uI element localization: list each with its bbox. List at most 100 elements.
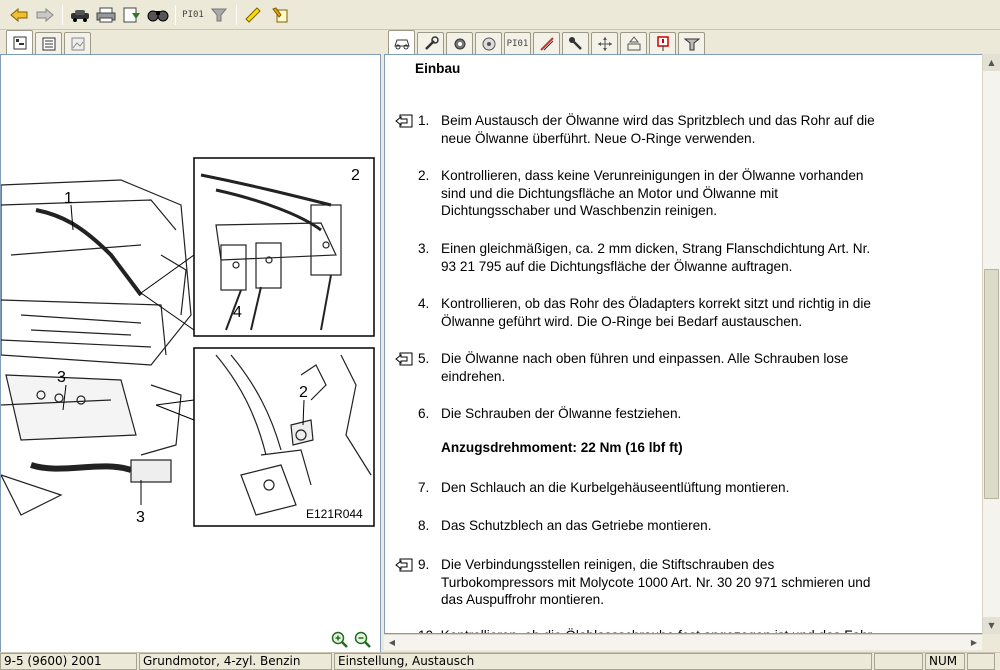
tab-gear[interactable] (446, 32, 473, 54)
step-line: neue Ölwanne überführt. Neue O-Ringe ver… (441, 130, 756, 146)
callout-1: 1 (64, 190, 73, 207)
tab-warning[interactable] (649, 32, 676, 54)
tab-car-diagram[interactable] (388, 30, 415, 54)
step-line: Kontrollieren, dass keine Verunreinigung… (441, 168, 864, 183)
step-number: 3. (418, 241, 430, 256)
zoom-controls (330, 630, 373, 650)
step-line: Den Schlauch an die Kurbelgehäuseentlüft… (441, 480, 790, 495)
car-icon[interactable] (67, 3, 93, 27)
tab-engine[interactable] (475, 32, 502, 54)
step-text: Das Schutzblech an das Getriebe montiere… (441, 517, 966, 535)
partial-step: 10. Kontrollieren, ob die Ölablassschrau… (418, 627, 982, 633)
toolbar-separator (236, 4, 237, 25)
zoom-out-icon[interactable] (353, 630, 373, 650)
status-bar: 9-5 (9600) 2001 Grundmotor, 4-zyl. Benzi… (0, 652, 1000, 670)
step-line: Das Schutzblech an das Getriebe montiere… (441, 518, 712, 533)
torque-spec: Anzugsdrehmoment: 22 Nm (16 lbf ft) (441, 440, 683, 455)
tab-tool[interactable] (533, 32, 560, 54)
step-line: Turbokompressors mit Molycote 1000 Art. … (441, 574, 871, 590)
scroll-left-icon[interactable]: ◀ (384, 635, 400, 650)
left-tab-row (6, 30, 93, 54)
filter-icon[interactable] (206, 3, 232, 27)
step-number: 4. (418, 296, 430, 311)
status-task: Einstellung, Austausch (334, 653, 872, 670)
callout-3a: 3 (57, 369, 66, 386)
step-line: Beim Austausch der Ölwanne wird das Spri… (441, 113, 875, 128)
tab-pi01[interactable]: PI01 (504, 32, 531, 54)
image-link-icon[interactable] (395, 352, 413, 366)
tab-image[interactable] (64, 32, 91, 54)
horizontal-scrollbar[interactable]: ◀ ▶ (384, 634, 982, 650)
callout-3b: 3 (136, 509, 145, 526)
search-icon[interactable] (145, 3, 171, 27)
tab-tree[interactable] (6, 30, 33, 54)
scroll-corner (982, 634, 1000, 650)
tab-wrench[interactable] (417, 32, 444, 54)
step-line: 93 21 795 auf die Dichtungsfläche der Öl… (441, 258, 793, 274)
save-icon[interactable] (119, 3, 145, 27)
step-number: 6. (418, 406, 430, 421)
scroll-up-icon[interactable]: ▲ (983, 54, 1000, 71)
status-model: 9-5 (9600) 2001 (0, 653, 137, 670)
tab-torque[interactable] (562, 32, 589, 54)
step-text: Die Ölwanne nach oben führen und einpass… (441, 350, 966, 385)
step-text: Einen gleichmäßigen, ca. 2 mm dicken, St… (441, 240, 966, 275)
warning-sign-icon (656, 35, 669, 51)
print-icon[interactable] (93, 3, 119, 27)
step-line: das Auspuffrohr montieren. (441, 592, 604, 607)
callout-2b: 2 (299, 384, 308, 401)
jack-icon (683, 38, 700, 50)
engine-icon (482, 37, 495, 50)
tool-icon (539, 36, 554, 51)
tab-lift[interactable] (620, 32, 647, 54)
tab-list[interactable] (35, 32, 62, 54)
illustration-code: E121R044 (306, 507, 363, 521)
step-line: eindrehen. (441, 368, 506, 384)
step-line: Die Ölwanne nach oben führen und einpass… (441, 351, 849, 366)
lift-icon (627, 35, 640, 50)
tab-move[interactable] (591, 32, 618, 54)
forward-icon[interactable] (32, 3, 58, 27)
step-text: Kontrollieren, ob das Rohr des Öladapter… (441, 295, 966, 330)
step-line: Die Schrauben der Ölwanne festziehen. (441, 406, 682, 421)
step-text: Beim Austausch der Ölwanne wird das Spri… (441, 112, 966, 147)
status-section: Grundmotor, 4-zyl. Benzin (139, 653, 332, 670)
move-icon (597, 36, 612, 51)
status-empty (874, 653, 923, 670)
scroll-thumb[interactable] (984, 269, 999, 499)
status-numlock: NUM (925, 653, 965, 670)
tab-jack[interactable] (678, 32, 705, 54)
step-text: Die Verbindungsstellen reinigen, die Sti… (441, 556, 966, 609)
gear-icon (454, 38, 465, 49)
main-toolbar: PI01 (0, 0, 1000, 30)
image-link-icon[interactable] (395, 114, 413, 128)
torque-icon (568, 36, 582, 50)
step-number: 7. (418, 480, 430, 495)
vertical-scrollbar[interactable]: ▲ ▼ (982, 54, 1000, 634)
engine-illustration[interactable]: 1 3 3 2 4 2 E121R044 (1, 55, 381, 654)
step-line: Ölwanne geführt wird. Die O-Ringe bei Be… (441, 313, 803, 329)
pi01-button[interactable]: PI01 (180, 3, 206, 27)
back-icon[interactable] (6, 3, 32, 27)
step-line: Kontrollieren, ob das Rohr des Öladapter… (441, 296, 871, 311)
scroll-right-icon[interactable]: ▶ (966, 635, 982, 650)
step-text: Kontrollieren, dass keine Verunreinigung… (441, 167, 966, 220)
callout-2a: 2 (351, 167, 360, 184)
step-number: 1. (418, 113, 430, 128)
image-link-icon[interactable] (395, 558, 413, 572)
step-text: Den Schlauch an die Kurbelgehäuseentlüft… (441, 479, 966, 497)
zoom-in-icon[interactable] (330, 630, 350, 650)
step-line: Dichtungsschaber und Waschbenzin reinige… (441, 203, 718, 218)
image-icon (71, 37, 84, 50)
step-number: 5. (418, 351, 430, 366)
toolbar-separator (175, 4, 176, 25)
wrench-icon (424, 35, 439, 50)
car-diagram-icon (393, 39, 410, 49)
section-heading: Einbau (415, 61, 461, 76)
step-text: Die Schrauben der Ölwanne festziehen. (441, 405, 966, 423)
note-icon[interactable] (267, 3, 293, 27)
step-line: sind und die Dichtungsfläche an Motor un… (441, 185, 779, 201)
highlight-icon[interactable] (241, 3, 267, 27)
tree-icon (13, 36, 26, 49)
scroll-down-icon[interactable]: ▼ (983, 617, 1000, 634)
